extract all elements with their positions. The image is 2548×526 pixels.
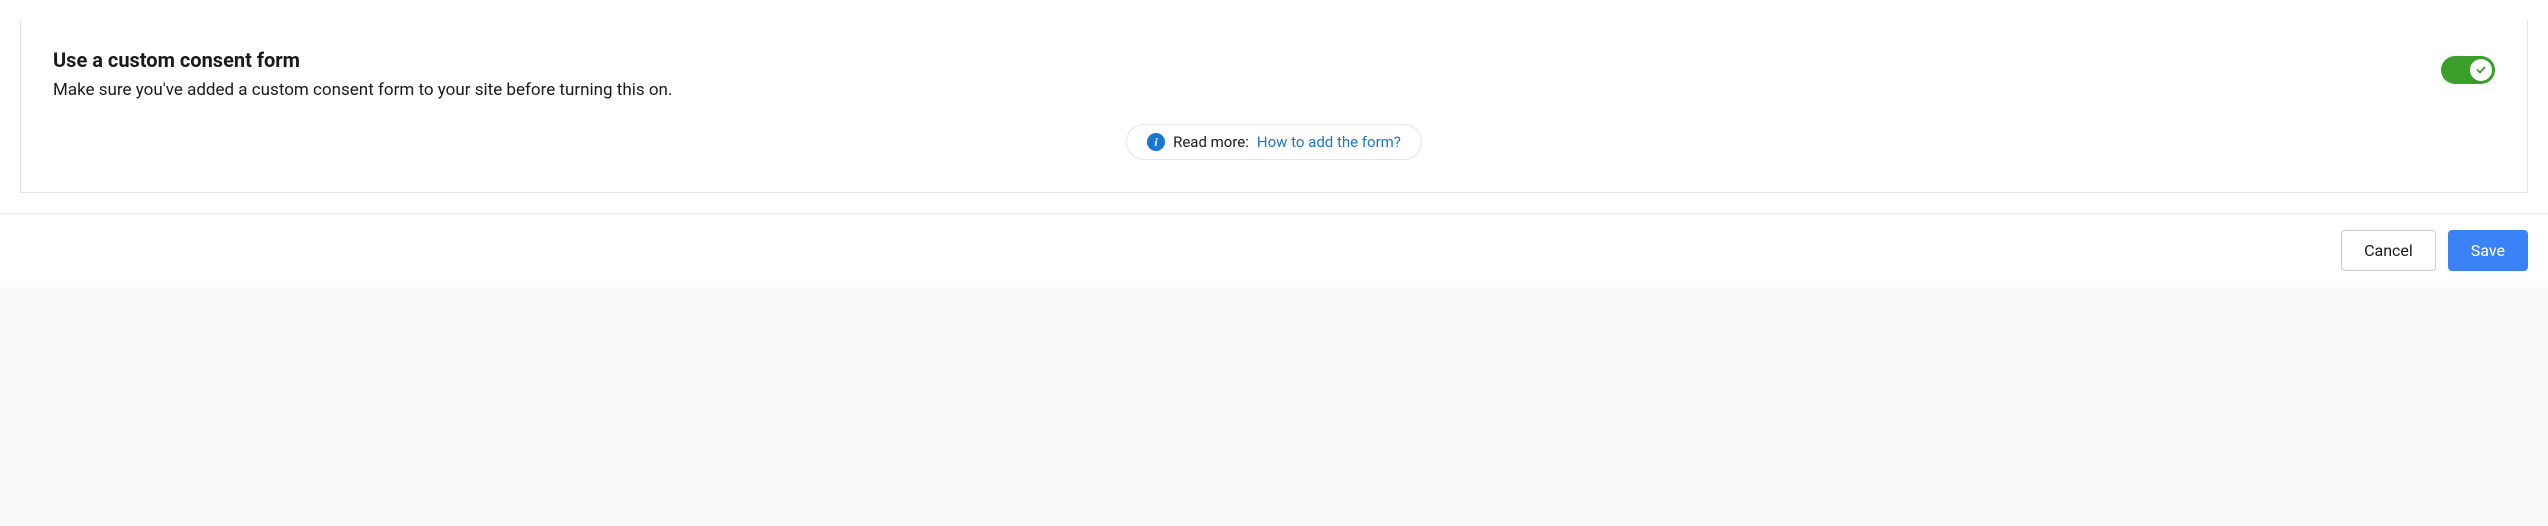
consent-title: Use a custom consent form	[53, 48, 2421, 72]
cancel-button[interactable]: Cancel	[2341, 230, 2436, 271]
consent-toggle[interactable]	[2441, 56, 2495, 84]
consent-description: Make sure you've added a custom consent …	[53, 80, 2421, 100]
check-icon	[2476, 65, 2486, 75]
settings-section: Use a custom consent form Make sure you'…	[0, 0, 2548, 213]
consent-card: Use a custom consent form Make sure you'…	[20, 20, 2528, 193]
info-label: Read more:	[1173, 133, 1249, 151]
toggle-knob	[2470, 59, 2492, 81]
save-button[interactable]: Save	[2448, 230, 2528, 271]
info-link[interactable]: How to add the form?	[1257, 133, 1401, 151]
info-pill: i Read more: How to add the form?	[1126, 124, 1422, 160]
info-icon: i	[1147, 133, 1165, 151]
footer-actions: Cancel Save	[0, 213, 2548, 287]
